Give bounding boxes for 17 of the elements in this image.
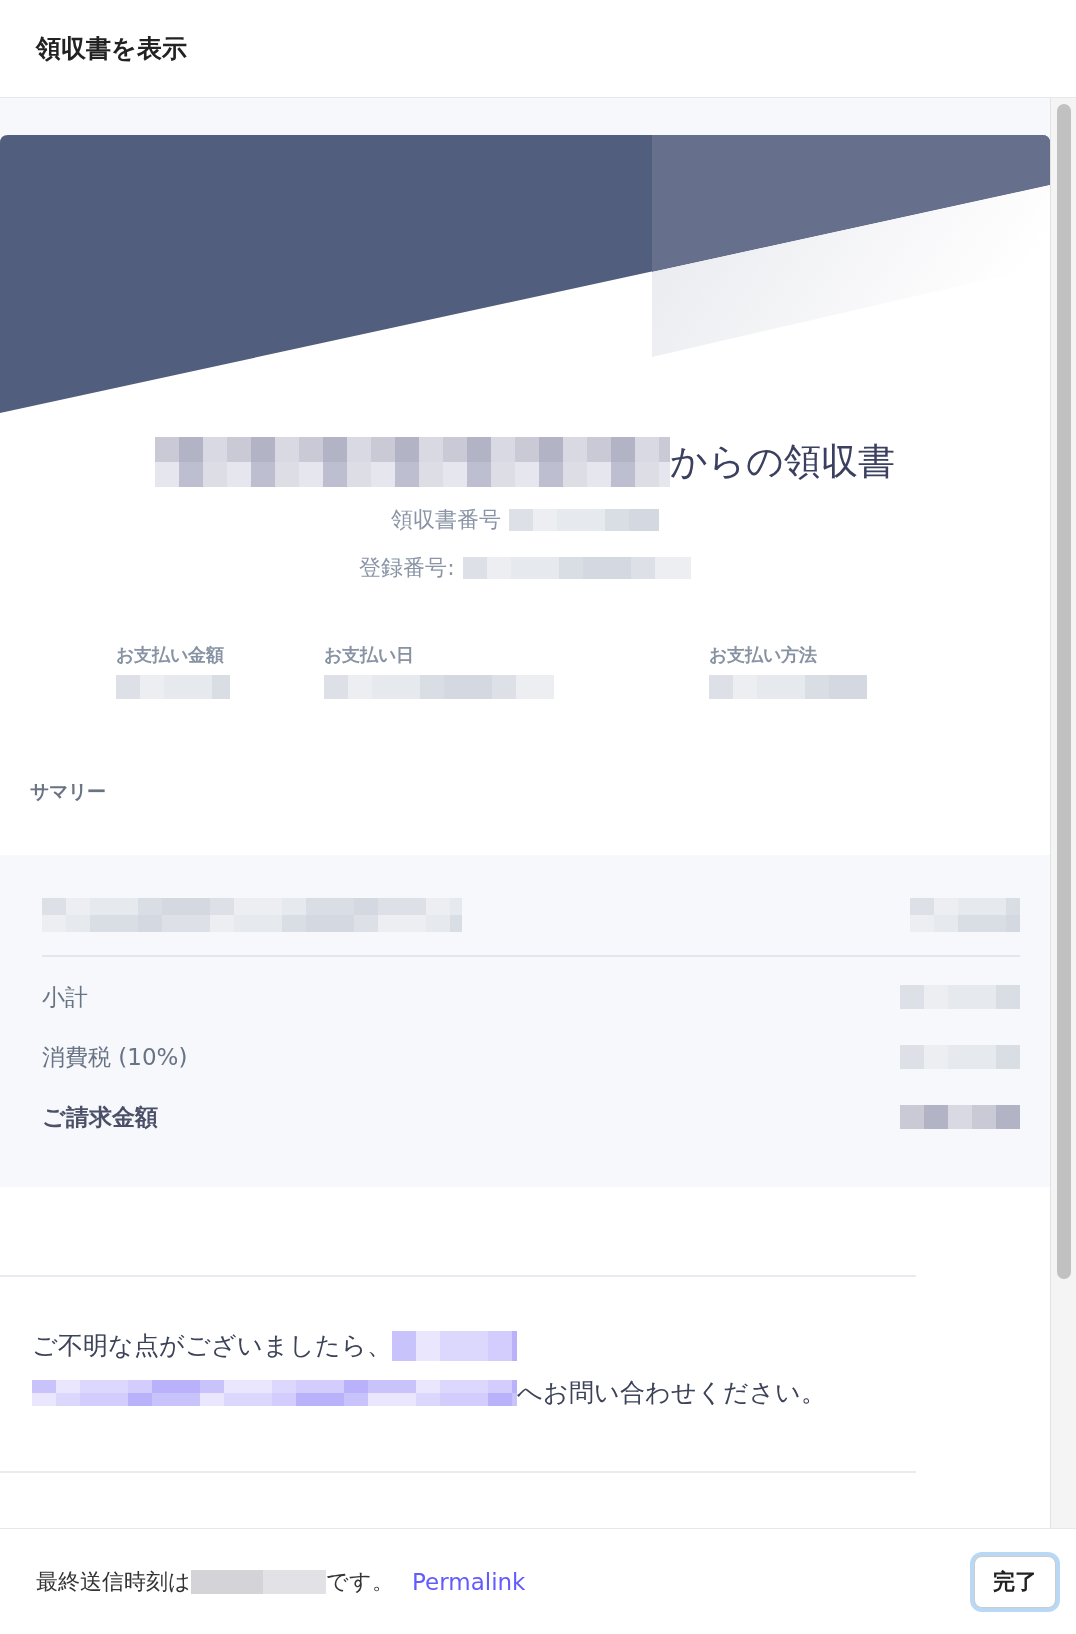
contact-text: ご不明な点がございましたら、	[32, 1330, 392, 1362]
registration-number-label: 登録番号:	[359, 554, 455, 582]
receipt-title: からの領収書	[670, 439, 895, 485]
permalink-link[interactable]: Permalink	[412, 1568, 526, 1595]
payment-field-label: お支払い金額	[116, 643, 225, 667]
scrollbar-thumb[interactable]	[1056, 104, 1071, 1279]
last-sent-text: 最終送信時刻は	[36, 1567, 191, 1596]
contact-text: へお問い合わせください。	[517, 1377, 826, 1409]
summary-label: 消費税 (10%)	[42, 1042, 188, 1072]
summary-label: 小計	[42, 982, 88, 1012]
summary-heading: サマリー	[30, 779, 107, 804]
payment-field-label: お支払い方法	[709, 643, 818, 667]
last-sent-text: です。	[326, 1567, 394, 1596]
total-label: ご請求金額	[42, 1102, 158, 1132]
dialog-title: 領収書を表示	[36, 33, 187, 65]
payment-field-label: お支払い日	[324, 643, 415, 667]
receipt-number-label: 領収書番号	[391, 506, 501, 534]
